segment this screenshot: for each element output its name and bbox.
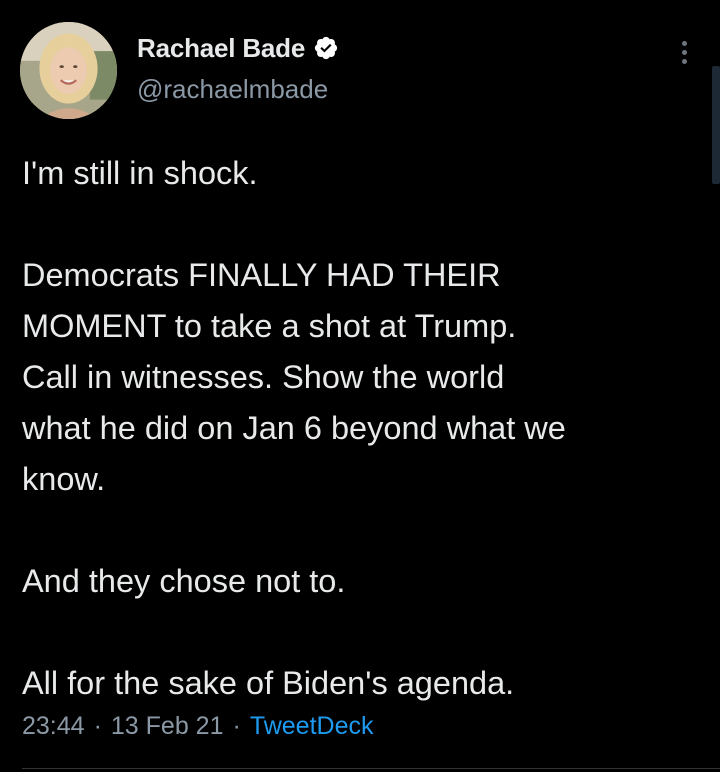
scrollbar-thumb[interactable] — [712, 66, 720, 184]
meta-separator: · — [232, 712, 241, 740]
name-row: Rachael Bade — [137, 30, 339, 66]
meta-separator: · — [93, 712, 102, 740]
tweet-paragraph: I'm still in shock. — [22, 148, 702, 199]
avatar-photo-icon — [20, 22, 117, 119]
display-name[interactable]: Rachael Bade — [137, 33, 305, 64]
source-link[interactable]: TweetDeck — [250, 712, 374, 741]
tweet-time[interactable]: 23:44 — [22, 712, 85, 741]
tweet-line: Call in witnesses. Show the world — [22, 359, 505, 395]
tweet-line: MOMENT to take a shot at Trump. — [22, 308, 517, 344]
tweet-line: what he did on Jan 6 beyond what we — [22, 410, 566, 446]
verified-badge-icon — [313, 35, 339, 61]
tweet-line: know. — [22, 461, 106, 497]
dot — [681, 40, 687, 46]
author-block: Rachael Bade @rachaelmbade — [137, 30, 339, 105]
tweet-meta: 23:44 · 13 Feb 21 · TweetDeck — [22, 712, 373, 741]
tweet-paragraph: All for the sake of Biden's agenda. — [22, 658, 702, 709]
tweet-line: Democrats FINALLY HAD THEIR — [22, 257, 501, 293]
tweet-line: All for the sake of Biden's agenda. — [22, 665, 515, 701]
tweet-line: I'm still in shock. — [22, 155, 258, 191]
tweet-paragraph: And they chose not to. — [22, 556, 702, 607]
handle[interactable]: @rachaelmbade — [137, 74, 339, 105]
dot — [681, 49, 687, 55]
tweet-line: And they chose not to. — [22, 563, 346, 599]
tweet-card: Rachael Bade @rachaelmbade I'm still in … — [0, 0, 720, 772]
divider — [22, 768, 720, 769]
tweet-paragraph: Democrats FINALLY HAD THEIR MOMENT to ta… — [22, 250, 702, 505]
tweet-date[interactable]: 13 Feb 21 — [111, 712, 224, 741]
tweet-text: I'm still in shock. Democrats FINALLY HA… — [22, 148, 702, 709]
dot — [681, 58, 687, 64]
avatar[interactable] — [20, 22, 117, 119]
more-options-icon[interactable] — [672, 36, 696, 68]
